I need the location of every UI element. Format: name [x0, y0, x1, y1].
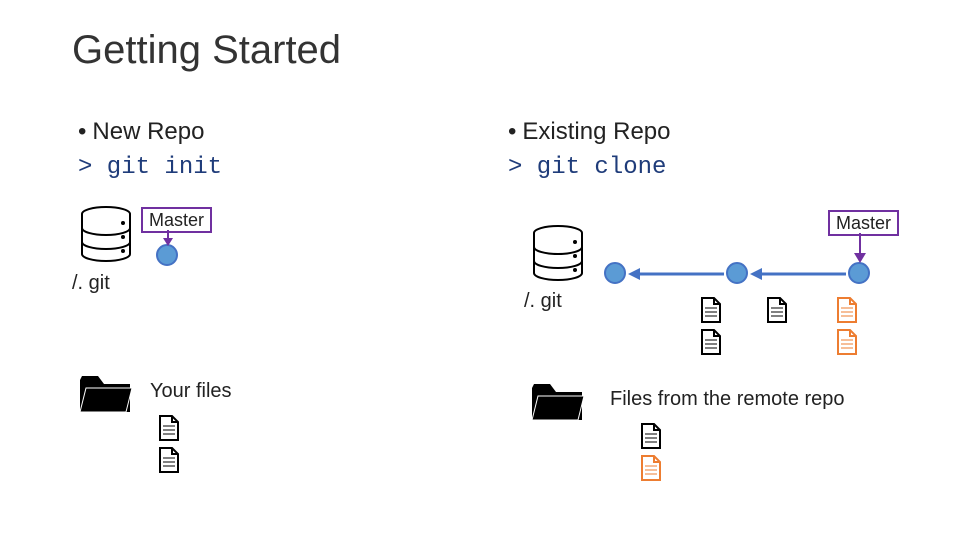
arrow-icon [163, 230, 173, 246]
arrow-icon [854, 233, 866, 263]
document-icon [700, 328, 722, 356]
heading-new-repo-text: New Repo [92, 118, 204, 145]
commit-node [156, 244, 178, 266]
document-icon [836, 328, 858, 356]
remote-files-label: Files from the remote repo [610, 388, 845, 411]
your-files-label: Your files [150, 380, 232, 403]
bullet-dot-icon: • [508, 118, 516, 145]
arrow-icon [750, 268, 846, 280]
command-git-clone: > git clone [508, 154, 666, 181]
command-git-init: > git init [78, 154, 222, 181]
slide-title: Getting Started [72, 28, 341, 73]
git-path-label-right: /. git [524, 290, 562, 313]
document-icon [158, 446, 180, 474]
master-label-left: Master [141, 207, 212, 233]
document-icon [640, 454, 662, 482]
commit-node [848, 262, 870, 284]
heading-existing-repo-text: Existing Repo [522, 118, 670, 145]
document-icon [700, 296, 722, 324]
repo-db-icon [530, 225, 586, 281]
document-icon [158, 414, 180, 442]
arrow-icon [628, 268, 724, 280]
bullet-dot-icon: • [78, 118, 86, 145]
heading-new-repo: •New Repo [78, 118, 204, 146]
repo-db-icon [78, 206, 134, 262]
commit-node [604, 262, 626, 284]
folder-icon [78, 372, 132, 414]
commit-node [726, 262, 748, 284]
heading-existing-repo: •Existing Repo [508, 118, 670, 146]
document-icon [766, 296, 788, 324]
document-icon [836, 296, 858, 324]
folder-icon [530, 380, 584, 422]
document-icon [640, 422, 662, 450]
git-path-label-left: /. git [72, 272, 110, 295]
